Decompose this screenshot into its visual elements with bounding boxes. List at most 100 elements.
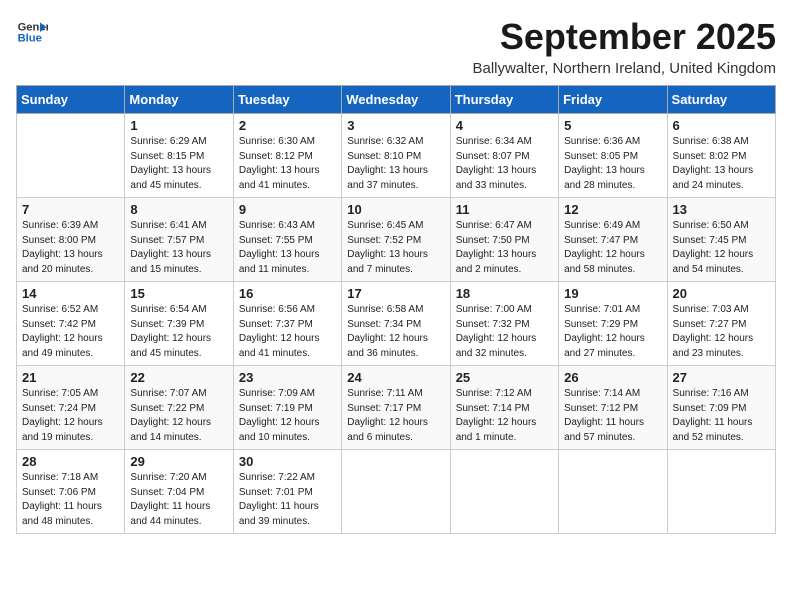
day-number: 17 xyxy=(347,286,444,301)
location: Ballywalter, Northern Ireland, United Ki… xyxy=(473,60,777,77)
day-cell: 8 Sunrise: 6:41 AM Sunset: 7:57 PM Daylig… xyxy=(125,198,233,282)
col-header-saturday: Saturday xyxy=(667,86,775,114)
col-header-monday: Monday xyxy=(125,86,233,114)
day-info: Sunrise: 7:00 AM Sunset: 7:32 PM Dayligh… xyxy=(456,303,553,361)
day-number: 8 xyxy=(130,202,227,217)
col-header-sunday: Sunday xyxy=(17,86,125,114)
day-cell: 14 Sunrise: 6:52 AM Sunset: 7:42 PM Dayli… xyxy=(17,282,125,366)
day-number: 26 xyxy=(564,370,661,385)
day-info: Sunrise: 7:16 AM Sunset: 7:09 PM Dayligh… xyxy=(673,387,770,445)
day-number: 2 xyxy=(239,118,336,133)
day-info: Sunrise: 6:50 AM Sunset: 7:45 PM Dayligh… xyxy=(673,219,770,277)
day-cell: 9 Sunrise: 6:43 AM Sunset: 7:55 PM Daylig… xyxy=(233,198,341,282)
col-header-friday: Friday xyxy=(559,86,667,114)
day-cell xyxy=(450,450,558,534)
day-info: Sunrise: 6:52 AM Sunset: 7:42 PM Dayligh… xyxy=(22,303,119,361)
day-cell: 6 Sunrise: 6:38 AM Sunset: 8:02 PM Daylig… xyxy=(667,114,775,198)
week-row-5: 28 Sunrise: 7:18 AM Sunset: 7:06 PM Dayli… xyxy=(17,450,776,534)
day-cell: 30 Sunrise: 7:22 AM Sunset: 7:01 PM Dayli… xyxy=(233,450,341,534)
day-cell xyxy=(342,450,450,534)
day-number: 30 xyxy=(239,454,336,469)
day-number: 18 xyxy=(456,286,553,301)
day-cell: 4 Sunrise: 6:34 AM Sunset: 8:07 PM Daylig… xyxy=(450,114,558,198)
day-cell: 3 Sunrise: 6:32 AM Sunset: 8:10 PM Daylig… xyxy=(342,114,450,198)
logo-icon: General Blue xyxy=(16,16,48,48)
day-cell: 2 Sunrise: 6:30 AM Sunset: 8:12 PM Daylig… xyxy=(233,114,341,198)
day-number: 1 xyxy=(130,118,227,133)
day-info: Sunrise: 6:49 AM Sunset: 7:47 PM Dayligh… xyxy=(564,219,661,277)
day-number: 11 xyxy=(456,202,553,217)
day-info: Sunrise: 6:29 AM Sunset: 8:15 PM Dayligh… xyxy=(130,135,227,193)
day-info: Sunrise: 7:14 AM Sunset: 7:12 PM Dayligh… xyxy=(564,387,661,445)
week-row-4: 21Sunrise: 7:05 AM Sunset: 7:24 PM Dayli… xyxy=(17,366,776,450)
day-info: Sunrise: 6:30 AM Sunset: 8:12 PM Dayligh… xyxy=(239,135,336,193)
day-cell xyxy=(17,114,125,198)
header-row: SundayMondayTuesdayWednesdayThursdayFrid… xyxy=(17,86,776,114)
day-number: 28 xyxy=(22,454,119,469)
day-cell: 15 Sunrise: 6:54 AM Sunset: 7:39 PM Dayli… xyxy=(125,282,233,366)
day-info: Sunrise: 7:12 AM Sunset: 7:14 PM Dayligh… xyxy=(456,387,553,445)
day-cell: 27 Sunrise: 7:16 AM Sunset: 7:09 PM Dayli… xyxy=(667,366,775,450)
day-cell: 19Sunrise: 7:01 AM Sunset: 7:29 PM Dayli… xyxy=(559,282,667,366)
week-row-1: 1 Sunrise: 6:29 AM Sunset: 8:15 PM Daylig… xyxy=(17,114,776,198)
day-cell: 26 Sunrise: 7:14 AM Sunset: 7:12 PM Dayli… xyxy=(559,366,667,450)
day-info: Sunrise: 6:56 AM Sunset: 7:37 PM Dayligh… xyxy=(239,303,336,361)
day-info: Sunrise: 6:47 AM Sunset: 7:50 PM Dayligh… xyxy=(456,219,553,277)
day-info: Sunrise: 6:43 AM Sunset: 7:55 PM Dayligh… xyxy=(239,219,336,277)
day-number: 24 xyxy=(347,370,444,385)
col-header-thursday: Thursday xyxy=(450,86,558,114)
day-cell: 25 Sunrise: 7:12 AM Sunset: 7:14 PM Dayli… xyxy=(450,366,558,450)
day-info: Sunrise: 7:07 AM Sunset: 7:22 PM Dayligh… xyxy=(130,387,227,445)
day-number: 5 xyxy=(564,118,661,133)
day-info: Sunrise: 6:39 AM Sunset: 8:00 PM Dayligh… xyxy=(22,219,119,277)
day-info: Sunrise: 7:20 AM Sunset: 7:04 PM Dayligh… xyxy=(130,471,227,529)
day-number: 13 xyxy=(673,202,770,217)
day-info: Sunrise: 7:18 AM Sunset: 7:06 PM Dayligh… xyxy=(22,471,119,529)
day-number: 29 xyxy=(130,454,227,469)
day-info: Sunrise: 6:34 AM Sunset: 8:07 PM Dayligh… xyxy=(456,135,553,193)
day-info: Sunrise: 6:32 AM Sunset: 8:10 PM Dayligh… xyxy=(347,135,444,193)
col-header-tuesday: Tuesday xyxy=(233,86,341,114)
day-info: Sunrise: 7:09 AM Sunset: 7:19 PM Dayligh… xyxy=(239,387,336,445)
day-number: 27 xyxy=(673,370,770,385)
day-number: 14 xyxy=(22,286,119,301)
day-cell: 1 Sunrise: 6:29 AM Sunset: 8:15 PM Daylig… xyxy=(125,114,233,198)
day-info: Sunrise: 6:54 AM Sunset: 7:39 PM Dayligh… xyxy=(130,303,227,361)
day-cell: 11 Sunrise: 6:47 AM Sunset: 7:50 PM Dayli… xyxy=(450,198,558,282)
day-info: Sunrise: 7:22 AM Sunset: 7:01 PM Dayligh… xyxy=(239,471,336,529)
day-info: Sunrise: 6:38 AM Sunset: 8:02 PM Dayligh… xyxy=(673,135,770,193)
day-info: Sunrise: 6:58 AM Sunset: 7:34 PM Dayligh… xyxy=(347,303,444,361)
day-cell xyxy=(559,450,667,534)
day-cell: 24 Sunrise: 7:11 AM Sunset: 7:17 PM Dayli… xyxy=(342,366,450,450)
day-info: Sunrise: 7:01 AM Sunset: 7:29 PM Dayligh… xyxy=(564,303,661,361)
day-number: 15 xyxy=(130,286,227,301)
week-row-2: 7 Sunrise: 6:39 AM Sunset: 8:00 PM Daylig… xyxy=(17,198,776,282)
day-info: Sunrise: 6:45 AM Sunset: 7:52 PM Dayligh… xyxy=(347,219,444,277)
day-cell: 18 Sunrise: 7:00 AM Sunset: 7:32 PM Dayli… xyxy=(450,282,558,366)
day-number: 4 xyxy=(456,118,553,133)
day-number: 20 xyxy=(673,286,770,301)
day-cell: 7 Sunrise: 6:39 AM Sunset: 8:00 PM Daylig… xyxy=(17,198,125,282)
day-info: Sunrise: 7:03 AM Sunset: 7:27 PM Dayligh… xyxy=(673,303,770,361)
day-number: 23 xyxy=(239,370,336,385)
day-cell: 20 Sunrise: 7:03 AM Sunset: 7:27 PM Dayli… xyxy=(667,282,775,366)
calendar-table: SundayMondayTuesdayWednesdayThursdayFrid… xyxy=(16,85,776,534)
day-cell: 17 Sunrise: 6:58 AM Sunset: 7:34 PM Dayli… xyxy=(342,282,450,366)
day-number: 6 xyxy=(673,118,770,133)
day-number: 16 xyxy=(239,286,336,301)
day-number: 25 xyxy=(456,370,553,385)
day-cell: 21Sunrise: 7:05 AM Sunset: 7:24 PM Dayli… xyxy=(17,366,125,450)
day-cell: 10Sunrise: 6:45 AM Sunset: 7:52 PM Dayli… xyxy=(342,198,450,282)
title-block: September 2025 Ballywalter, Northern Ire… xyxy=(473,16,777,77)
day-info: Sunrise: 6:36 AM Sunset: 8:05 PM Dayligh… xyxy=(564,135,661,193)
day-info: Sunrise: 7:11 AM Sunset: 7:17 PM Dayligh… xyxy=(347,387,444,445)
day-number: 3 xyxy=(347,118,444,133)
month-title: September 2025 xyxy=(473,16,777,58)
week-row-3: 14 Sunrise: 6:52 AM Sunset: 7:42 PM Dayli… xyxy=(17,282,776,366)
day-number: 9 xyxy=(239,202,336,217)
col-header-wednesday: Wednesday xyxy=(342,86,450,114)
day-info: Sunrise: 6:41 AM Sunset: 7:57 PM Dayligh… xyxy=(130,219,227,277)
day-cell: 12Sunrise: 6:49 AM Sunset: 7:47 PM Dayli… xyxy=(559,198,667,282)
day-cell: 23 Sunrise: 7:09 AM Sunset: 7:19 PM Dayli… xyxy=(233,366,341,450)
day-number: 7 xyxy=(22,202,119,217)
